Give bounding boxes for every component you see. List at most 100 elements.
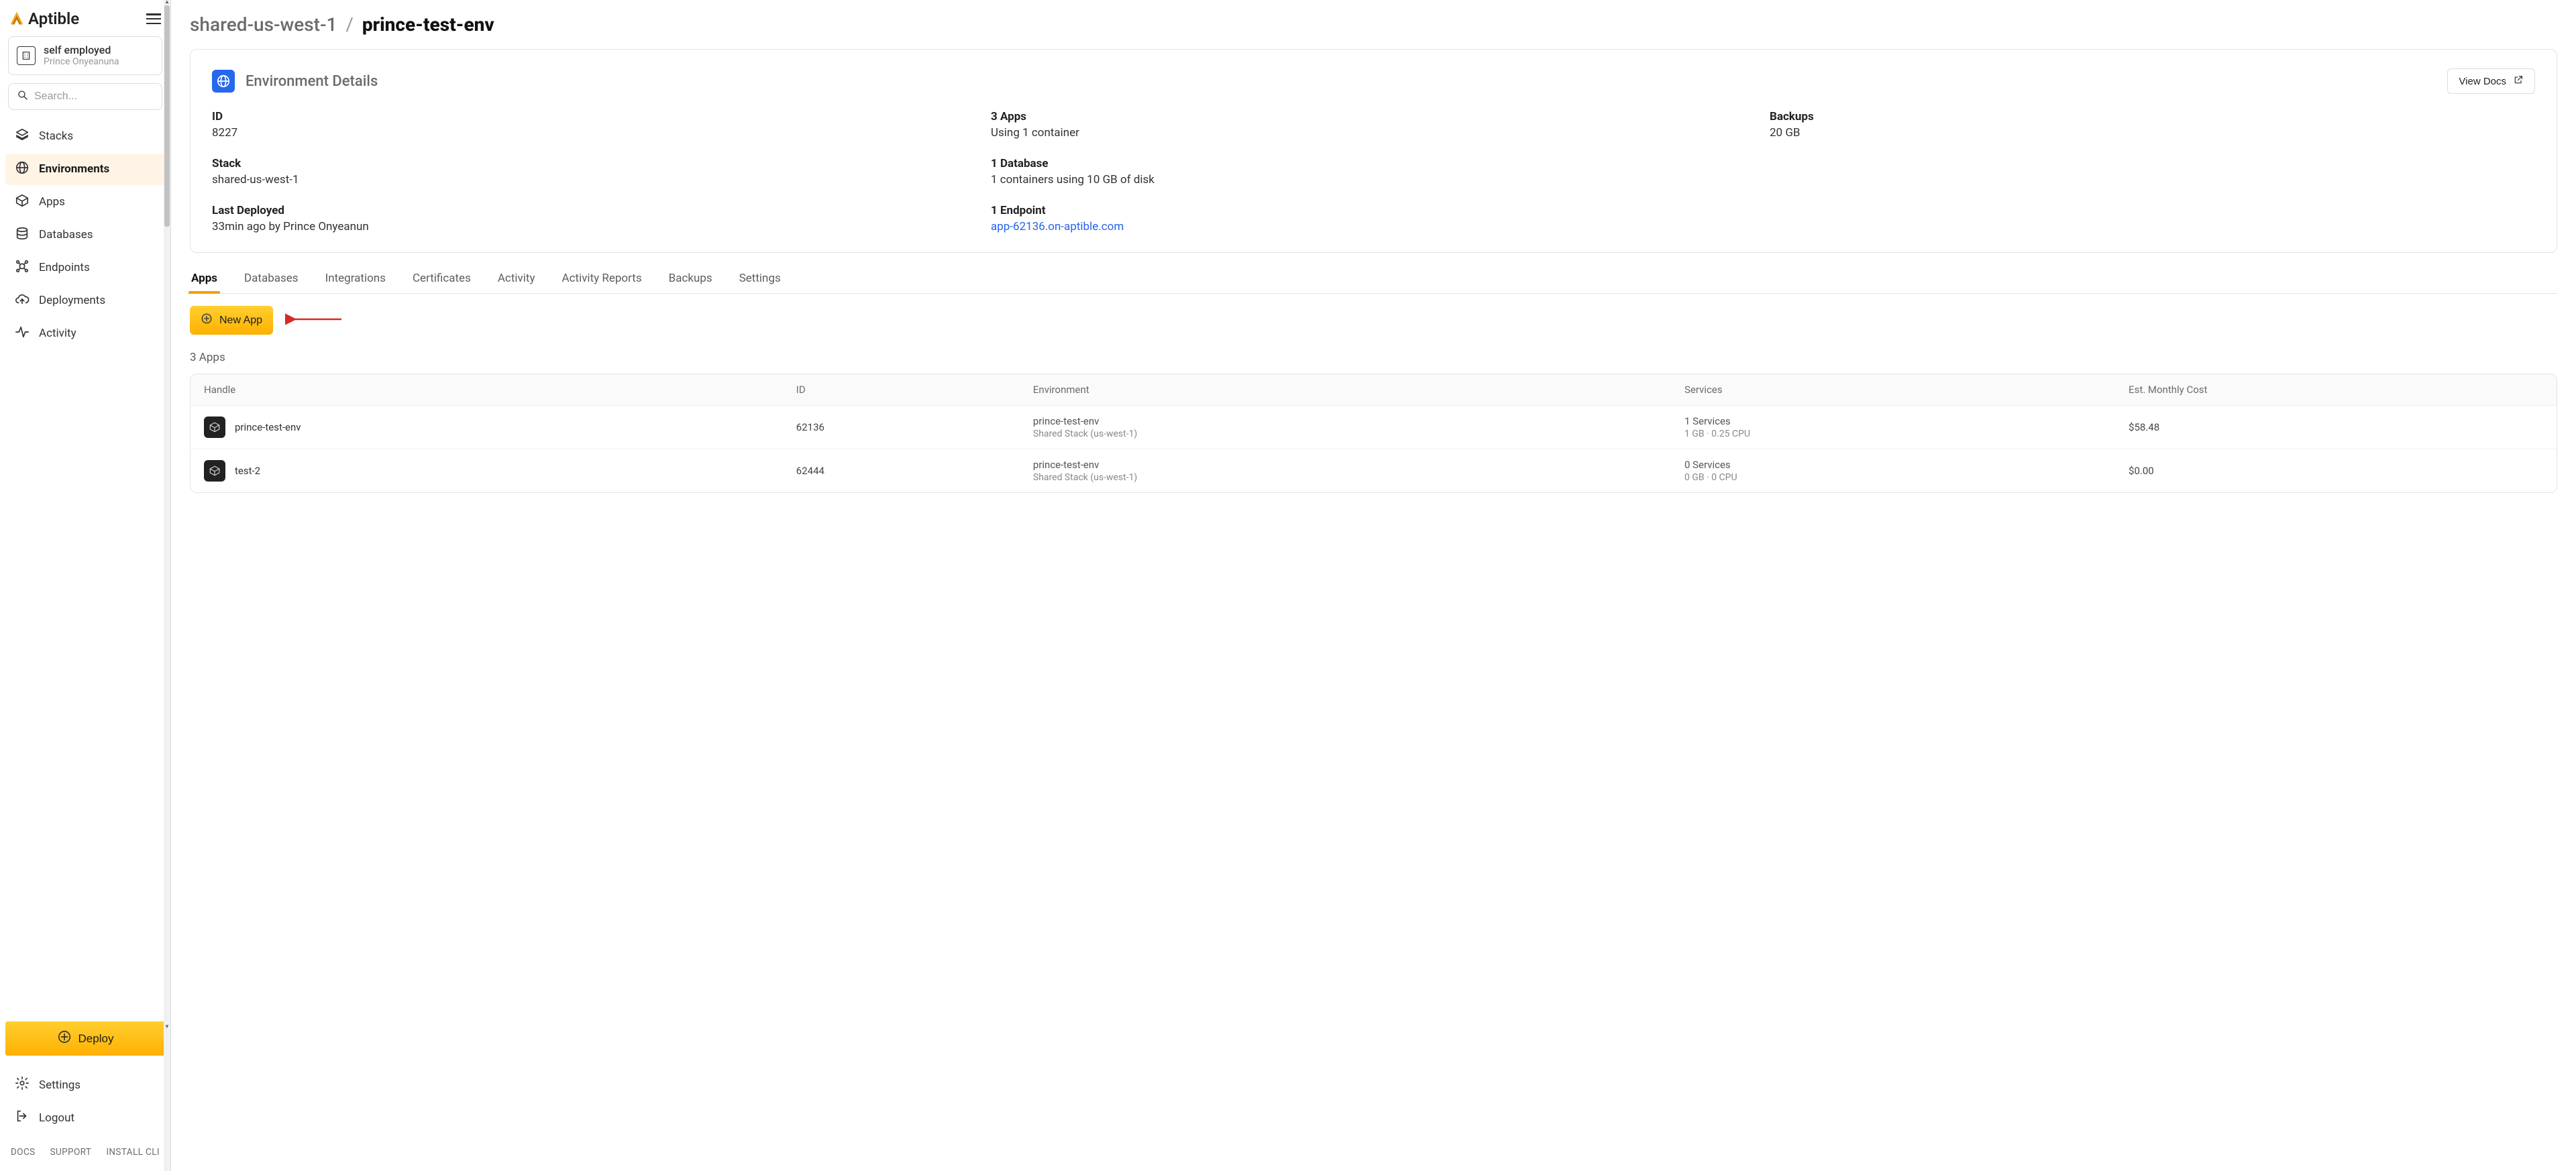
building-icon (17, 46, 36, 65)
row-services-spec: 1 GB · 0.25 CPU (1684, 429, 2129, 439)
endpoint-link[interactable]: app-62136.on-aptible.com (991, 220, 1756, 233)
handle-text: prince-test-env (235, 421, 301, 433)
brand-name: Aptible (28, 9, 79, 28)
sidebar-item-label: Apps (39, 195, 156, 209)
tab-backups[interactable]: Backups (667, 264, 714, 293)
new-app-label: New App (219, 315, 262, 327)
app-cube-icon (204, 460, 225, 482)
tab-apps[interactable]: Apps (190, 264, 219, 293)
detail-backups: Backups 20 GB (1770, 110, 2535, 140)
view-docs-button[interactable]: View Docs (2447, 68, 2535, 94)
tab-settings[interactable]: Settings (738, 264, 782, 293)
scroll-up-icon[interactable]: ▲ (164, 0, 170, 5)
detail-label: ID (212, 110, 977, 123)
search-box[interactable] (8, 83, 162, 110)
footer-link-support[interactable]: SUPPORT (50, 1147, 92, 1158)
deploy-button[interactable]: Deploy (5, 1021, 165, 1056)
detail-stack: Stack shared-us-west-1 (212, 157, 977, 186)
detail-value: Using 1 container (991, 126, 1756, 140)
annotation-arrow-icon (285, 311, 345, 331)
detail-value: shared-us-west-1 (212, 173, 977, 186)
table-header-row: Handle ID Environment Services Est. Mont… (191, 374, 2557, 406)
plus-circle-icon (57, 1029, 72, 1048)
stacks-icon (15, 127, 30, 146)
sidebar-item-endpoints[interactable]: Endpoints (5, 252, 165, 284)
endpoints-icon (15, 259, 30, 277)
globe-icon (15, 160, 30, 178)
row-env-stack: Shared Stack (us-west-1) (1033, 472, 1684, 483)
detail-value: 20 GB (1770, 126, 2535, 140)
org-switcher[interactable]: self employed Prince Onyeanuna (8, 36, 162, 75)
detail-label: Last Deployed (212, 204, 977, 217)
tab-activity[interactable]: Activity (496, 264, 537, 293)
sidebar-item-label: Environments (39, 162, 156, 176)
footer-link-docs[interactable]: DOCS (11, 1147, 36, 1158)
apps-table: Handle ID Environment Services Est. Mont… (190, 374, 2557, 493)
hamburger-icon[interactable] (146, 13, 161, 24)
table-row[interactable]: prince-test-env 62136 prince-test-env Sh… (191, 406, 2557, 449)
detail-label: 3 Apps (991, 110, 1756, 123)
row-cost: $58.48 (2129, 421, 2543, 433)
sidebar-item-logout[interactable]: Logout (5, 1102, 165, 1133)
breadcrumb-separator: / (345, 13, 354, 36)
breadcrumb: shared-us-west-1 / prince-test-env (190, 13, 2557, 36)
sidebar-item-label: Activity (39, 327, 156, 340)
sidebar-item-label: Logout (39, 1111, 156, 1125)
sidebar-footer-links: DOCS SUPPORT INSTALL CLI (5, 1143, 165, 1162)
row-env-name: prince-test-env (1033, 459, 1684, 471)
org-name: self employed (44, 44, 119, 56)
sidebar-scrollbar[interactable]: ▲ ▼ (164, 0, 170, 1171)
detail-last-deployed: Last Deployed 33min ago by Prince Onyean… (212, 204, 977, 233)
new-app-button[interactable]: New App (190, 306, 273, 335)
tab-label: Settings (739, 272, 781, 285)
deploy-button-label: Deploy (78, 1032, 114, 1046)
col-services: Services (1684, 384, 2129, 396)
sidebar-item-activity[interactable]: Activity (5, 318, 165, 349)
search-icon (17, 89, 29, 104)
row-env-stack: Shared Stack (us-west-1) (1033, 429, 1684, 439)
table-row[interactable]: test-2 62444 prince-test-env Shared Stac… (191, 449, 2557, 492)
detail-value: 1 containers using 10 GB of disk (991, 173, 1756, 186)
sidebar-item-databases[interactable]: Databases (5, 219, 165, 251)
globe-badge-icon (212, 70, 235, 93)
logout-icon (15, 1109, 30, 1127)
tabs: Apps Databases Integrations Certificates… (190, 264, 2557, 294)
sidebar-item-apps[interactable]: Apps (5, 186, 165, 218)
gear-icon (15, 1076, 30, 1094)
sidebar-item-deployments[interactable]: Deployments (5, 285, 165, 317)
external-link-icon (2513, 74, 2524, 88)
card-title: Environment Details (246, 73, 378, 90)
detail-value: 33min ago by Prince Onyeanun (212, 220, 977, 233)
view-docs-label: View Docs (2459, 76, 2506, 87)
sidebar-item-settings[interactable]: Settings (5, 1069, 165, 1101)
row-env-name: prince-test-env (1033, 415, 1684, 427)
tab-certificates[interactable]: Certificates (411, 264, 472, 293)
sidebar-item-label: Settings (39, 1078, 156, 1092)
brand-logo[interactable]: Aptible (9, 9, 79, 28)
breadcrumb-parent[interactable]: shared-us-west-1 (190, 13, 337, 36)
tab-label: Apps (191, 272, 217, 285)
search-input[interactable] (34, 91, 173, 103)
app-cube-icon (204, 416, 225, 438)
footer-link-cli[interactable]: INSTALL CLI (106, 1147, 160, 1158)
tab-integrations[interactable]: Integrations (324, 264, 387, 293)
detail-value: 8227 (212, 126, 977, 140)
sidebar-item-label: Endpoints (39, 261, 156, 274)
sidebar-item-stacks[interactable]: Stacks (5, 121, 165, 152)
org-user: Prince Onyeanuna (44, 56, 119, 68)
cloud-up-icon (15, 292, 30, 310)
sidebar-item-label: Deployments (39, 294, 156, 307)
handle-text: test-2 (235, 465, 260, 477)
detail-id: ID 8227 (212, 110, 977, 140)
tab-activity-reports[interactable]: Activity Reports (561, 264, 643, 293)
sidebar: ▲ ▼ Aptible self employed Prince Onyeanu… (0, 0, 171, 1171)
tab-label: Databases (244, 272, 299, 285)
sidebar-item-environments[interactable]: Environments (5, 154, 165, 185)
row-id: 62136 (796, 421, 1033, 433)
row-services-spec: 0 GB · 0 CPU (1684, 472, 2129, 483)
tab-label: Certificates (413, 272, 471, 285)
detail-apps: 3 Apps Using 1 container (991, 110, 1756, 140)
tab-databases[interactable]: Databases (243, 264, 300, 293)
scroll-down-icon[interactable]: ▼ (164, 1023, 170, 1030)
activity-icon (15, 325, 30, 343)
